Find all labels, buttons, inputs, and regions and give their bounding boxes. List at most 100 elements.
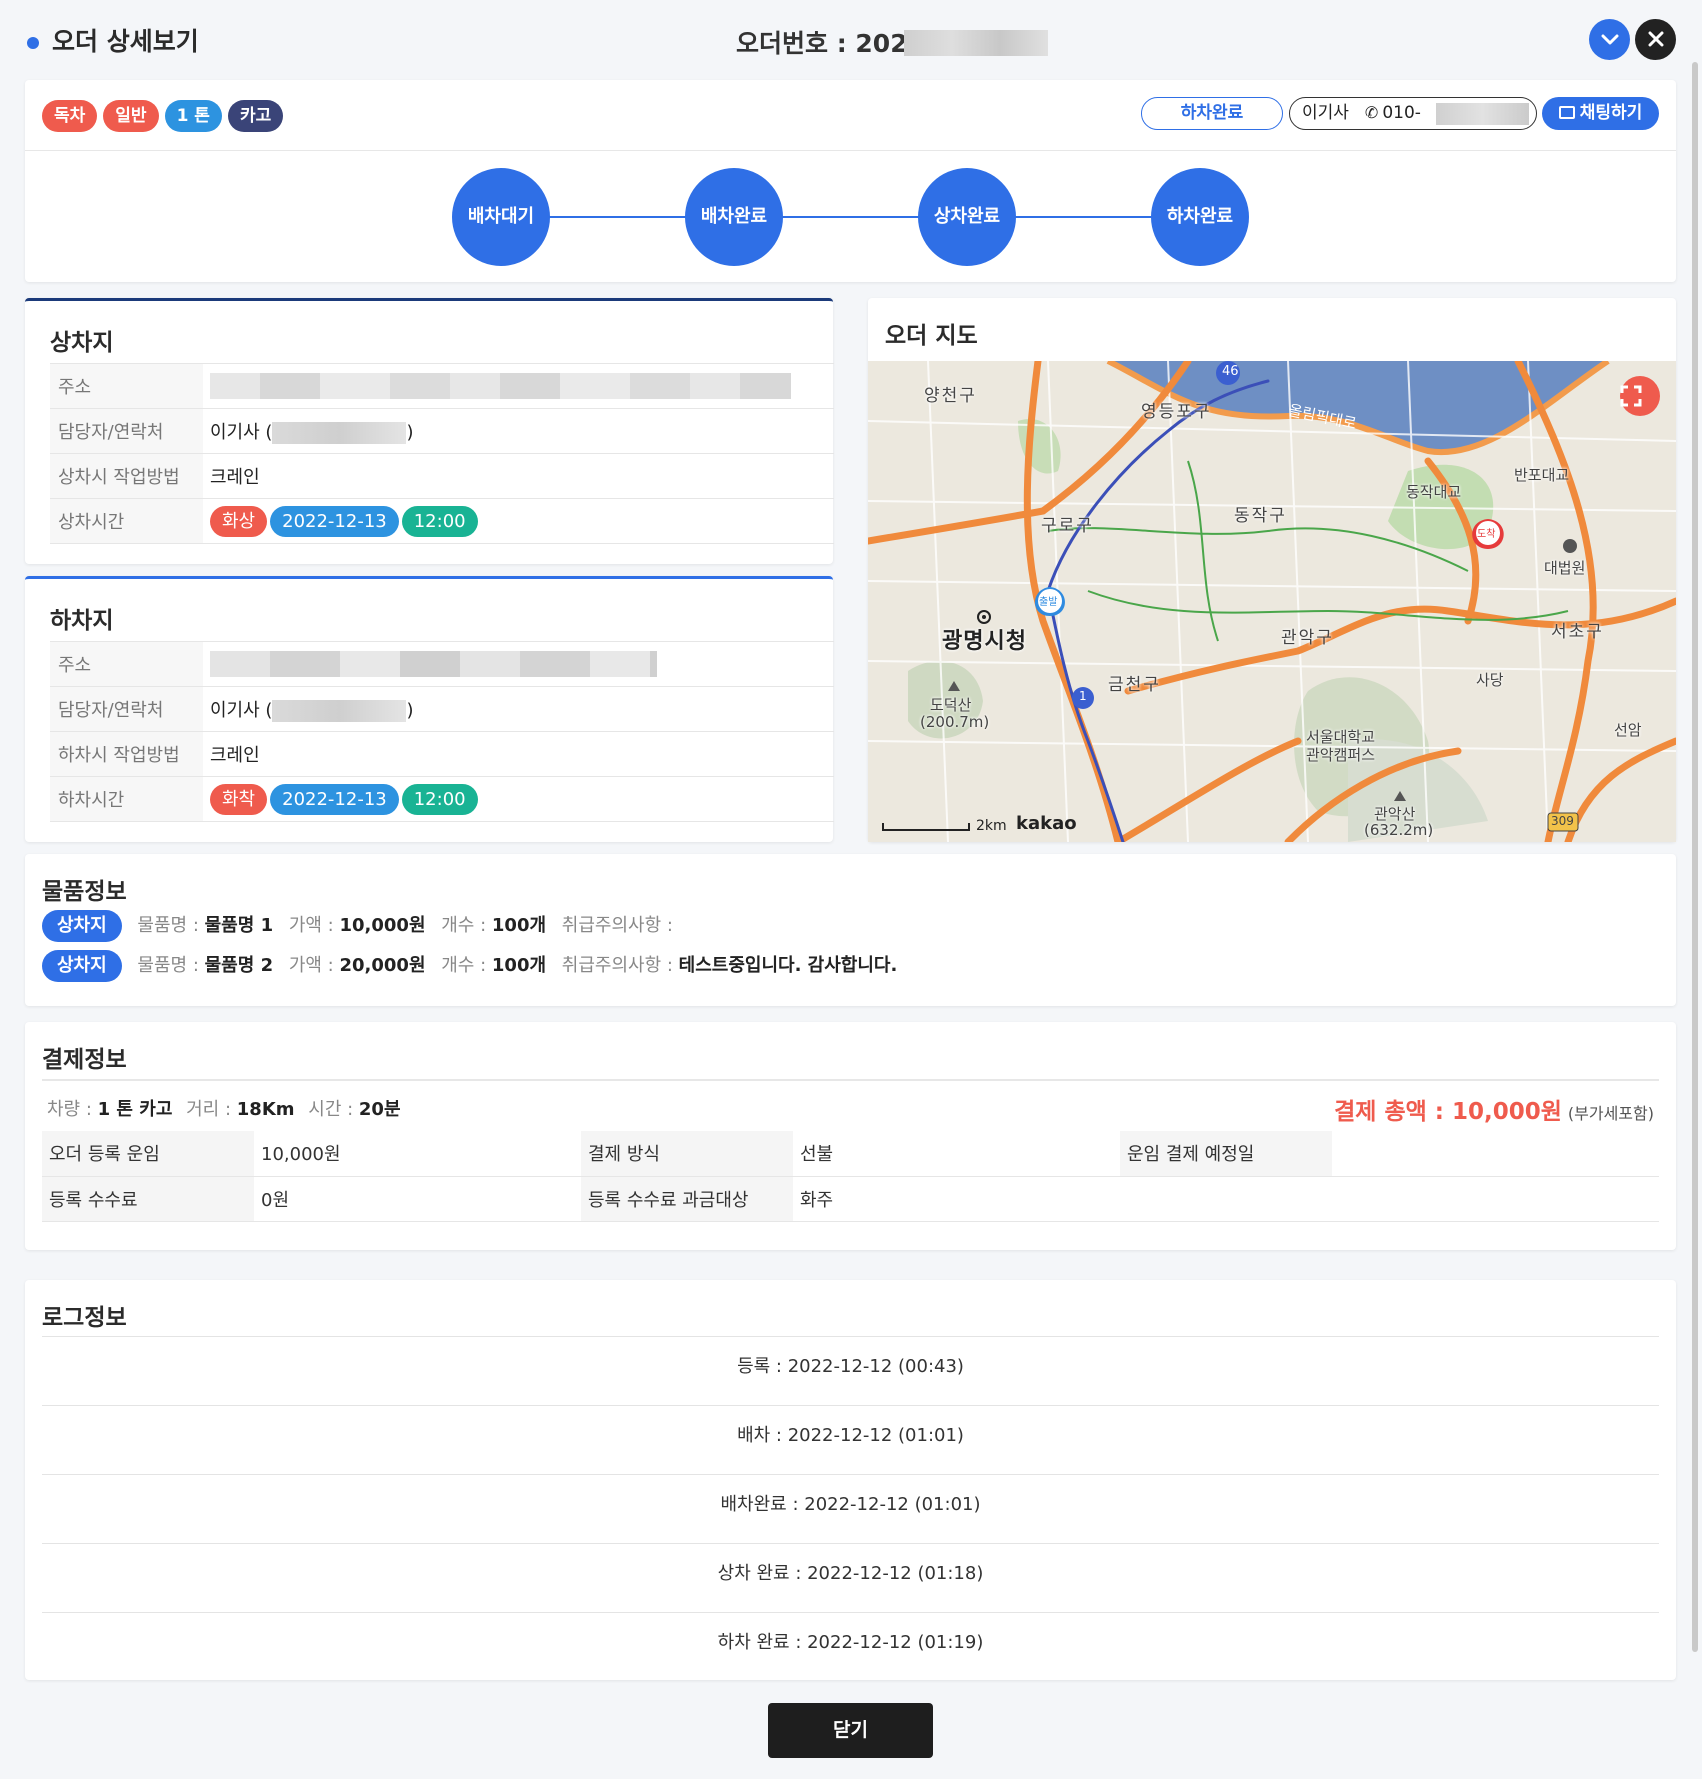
- goods-qty-label: 개수 :: [441, 915, 487, 936]
- drop-date: 2022-12-13: [270, 783, 399, 815]
- progress-steps: 배차대기 배차완료 상차완료 하차완료: [452, 168, 1272, 266]
- close-button[interactable]: [1635, 19, 1676, 60]
- end-pin-label: 도착: [1477, 529, 1496, 540]
- progress-line: [502, 216, 1202, 218]
- pickup-contact-row: 담당자/연락처 이기사 (): [50, 408, 834, 454]
- address-redacted: [210, 651, 657, 677]
- fee-target-value: 화주: [793, 1176, 1120, 1222]
- modal-footer: 닫기: [0, 1683, 1702, 1779]
- drop-address-value: [203, 641, 834, 687]
- phone-icon: ✆: [1364, 103, 1379, 122]
- list-item: 배차 : 2022-12-12 (01:01): [42, 1405, 1659, 1474]
- payment-title: 결제정보: [42, 1047, 127, 1073]
- step-unloading-done: 하차완료: [1151, 168, 1249, 266]
- map-brand-logo: kakao: [1016, 813, 1077, 834]
- pickup-date: 2022-12-13: [270, 505, 399, 537]
- goods-name: 물품명 2: [204, 955, 274, 976]
- order-map[interactable]: 양천구 영등포구 구로구 동작구 광명시청 관악구 서초구 금천구 도덕산 (2…: [868, 361, 1676, 842]
- drop-contact-value: 이기사 (): [203, 686, 834, 732]
- map-label-dodeoksan-height: (200.7m): [920, 713, 990, 731]
- driver-phone-redacted: [1436, 103, 1529, 125]
- fare-label: 오더 등록 운임: [42, 1131, 254, 1177]
- goods-item-badge: 상차지: [42, 950, 122, 982]
- table-row: 오더 등록 운임 10,000원 결제 방식 선불 운임 결제 예정일: [42, 1131, 1659, 1177]
- close-modal-button[interactable]: 닫기: [768, 1703, 933, 1758]
- drop-hour: 12:00: [401, 783, 478, 815]
- goods-info-card: 물품정보 상차지 물품명 : 물품명 1 가액 : 10,000원 개수 : 1…: [25, 854, 1676, 1006]
- chat-button[interactable]: 채팅하기: [1542, 97, 1659, 130]
- map-label-gwanak: 관악구: [1281, 628, 1334, 648]
- drop-address-row: 주소: [50, 641, 834, 687]
- drop-table: 주소 담당자/연락처 이기사 () 하차시 작업방법 크레인 하차시간 화착 20…: [50, 641, 834, 822]
- list-item: 상차 완료 : 2022-12-12 (01:18): [42, 1543, 1659, 1612]
- close-icon: [1648, 31, 1663, 47]
- map-label-court: 대법원: [1544, 559, 1586, 577]
- pickup-contact-label: 담당자/연락처: [50, 408, 203, 454]
- drop-method-label: 하차시 작업방법: [50, 731, 203, 777]
- scrollbar[interactable]: [1692, 62, 1698, 1652]
- pickup-address-label: 주소: [50, 363, 203, 409]
- map-route-309: 309: [1551, 814, 1574, 828]
- drop-time-row: 하차시간 화착 2022-12-13 12:00: [50, 776, 834, 822]
- map-label-guro: 구로구: [1041, 516, 1094, 536]
- collapse-button[interactable]: [1589, 19, 1630, 60]
- order-number-redacted: [904, 30, 1048, 56]
- map-label-gwangmyeong: 광명시청: [942, 629, 1027, 654]
- payment-total: 결제 총액 : 10,000원 (부가세포함): [1334, 1092, 1654, 1126]
- map-route-46: 46: [1222, 364, 1239, 379]
- tag-exclusive: 독차: [42, 100, 98, 132]
- pickup-time-row: 상차시간 화상 2022-12-13 12:00: [50, 498, 834, 544]
- driver-name: 이기사: [1302, 103, 1349, 123]
- pickup-card: 상차지 주소 담당자/연락처 이기사 () 상차시 작업방법 크레인 상차시간 …: [25, 298, 834, 564]
- tag-normal: 일반: [103, 100, 159, 132]
- pickup-table: 주소 담당자/연락처 이기사 () 상차시 작업방법 크레인 상차시간 화상 20…: [50, 363, 834, 544]
- list-item: 등록 : 2022-12-12 (00:43): [42, 1336, 1659, 1405]
- order-detail-modal: 오더 상세보기 오더번호 : 2022 독차 일반 1 톤 카고 하차완료 이기…: [0, 0, 1702, 1779]
- start-pin-label: 출발: [1039, 597, 1058, 608]
- pickup-address-value: [203, 363, 834, 409]
- payment-method-label: 결제 방식: [581, 1131, 793, 1177]
- payment-summary: 차량 : 1 톤 카고 거리 : 18Km 시간 : 20분: [47, 1095, 409, 1121]
- goods-qty: 100개: [491, 955, 547, 976]
- goods-note: 테스트중입니다. 감사합니다.: [678, 955, 898, 976]
- vehicle-value: 1 톤 카고: [97, 1099, 173, 1120]
- payment-total-amount: 결제 총액 : 10,000원: [1334, 1099, 1562, 1125]
- tag-tonnage: 1 톤: [164, 100, 222, 132]
- empty-cell: [1120, 1176, 1659, 1222]
- map-label-snu-campus: 관악캠퍼스: [1306, 746, 1376, 764]
- drop-time-type: 화착: [210, 783, 268, 815]
- drop-time-label: 하차시간: [50, 776, 203, 822]
- drop-method-value: 크레인: [203, 731, 834, 777]
- drop-contact-label: 담당자/연락처: [50, 686, 203, 732]
- map-label-dongjak-bridge: 동작대교: [1406, 483, 1462, 501]
- payment-table: 오더 등록 운임 10,000원 결제 방식 선불 운임 결제 예정일 등록 수…: [42, 1131, 1659, 1222]
- goods-price: 10,000원: [339, 915, 426, 936]
- modal-header: 오더 상세보기 오더번호 : 2022: [0, 0, 1702, 78]
- distance-label: 거리 :: [186, 1099, 232, 1120]
- goods-title: 물품정보: [42, 879, 127, 905]
- pickup-address-row: 주소: [50, 363, 834, 409]
- log-title: 로그정보: [42, 1305, 127, 1331]
- divider: [25, 150, 1676, 151]
- drop-contact-close: ): [406, 700, 414, 721]
- tag-vehicle-type: 카고: [227, 100, 284, 132]
- order-tags: 독차 일반 1 톤 카고: [42, 100, 284, 132]
- pickup-contact-close: ): [406, 422, 414, 443]
- drop-title: 하차지: [50, 608, 114, 634]
- divider: [42, 1079, 1659, 1081]
- title-dot-icon: [27, 37, 39, 49]
- payment-date-value: [1332, 1131, 1659, 1177]
- list-item: 배차완료 : 2022-12-12 (01:01): [42, 1474, 1659, 1543]
- map-label-geumcheon: 금천구: [1108, 675, 1161, 695]
- map-label-dodeoksan: 도덕산: [930, 696, 972, 714]
- modal-title: 오더 상세보기: [52, 27, 199, 56]
- driver-contact[interactable]: 이기사 ✆ 010-: [1289, 97, 1537, 130]
- map-expand-button[interactable]: [1620, 376, 1660, 416]
- goods-price: 20,000원: [339, 955, 426, 976]
- log-list: 등록 : 2022-12-12 (00:43) 배차 : 2022-12-12 …: [42, 1336, 1659, 1681]
- drop-contact-row: 담당자/연락처 이기사 (): [50, 686, 834, 732]
- fee-value: 0원: [254, 1176, 581, 1222]
- pickup-hour: 12:00: [401, 505, 478, 537]
- goods-item-badge: 상차지: [42, 910, 122, 942]
- goods-note-label: 취급주의사항 :: [561, 955, 673, 976]
